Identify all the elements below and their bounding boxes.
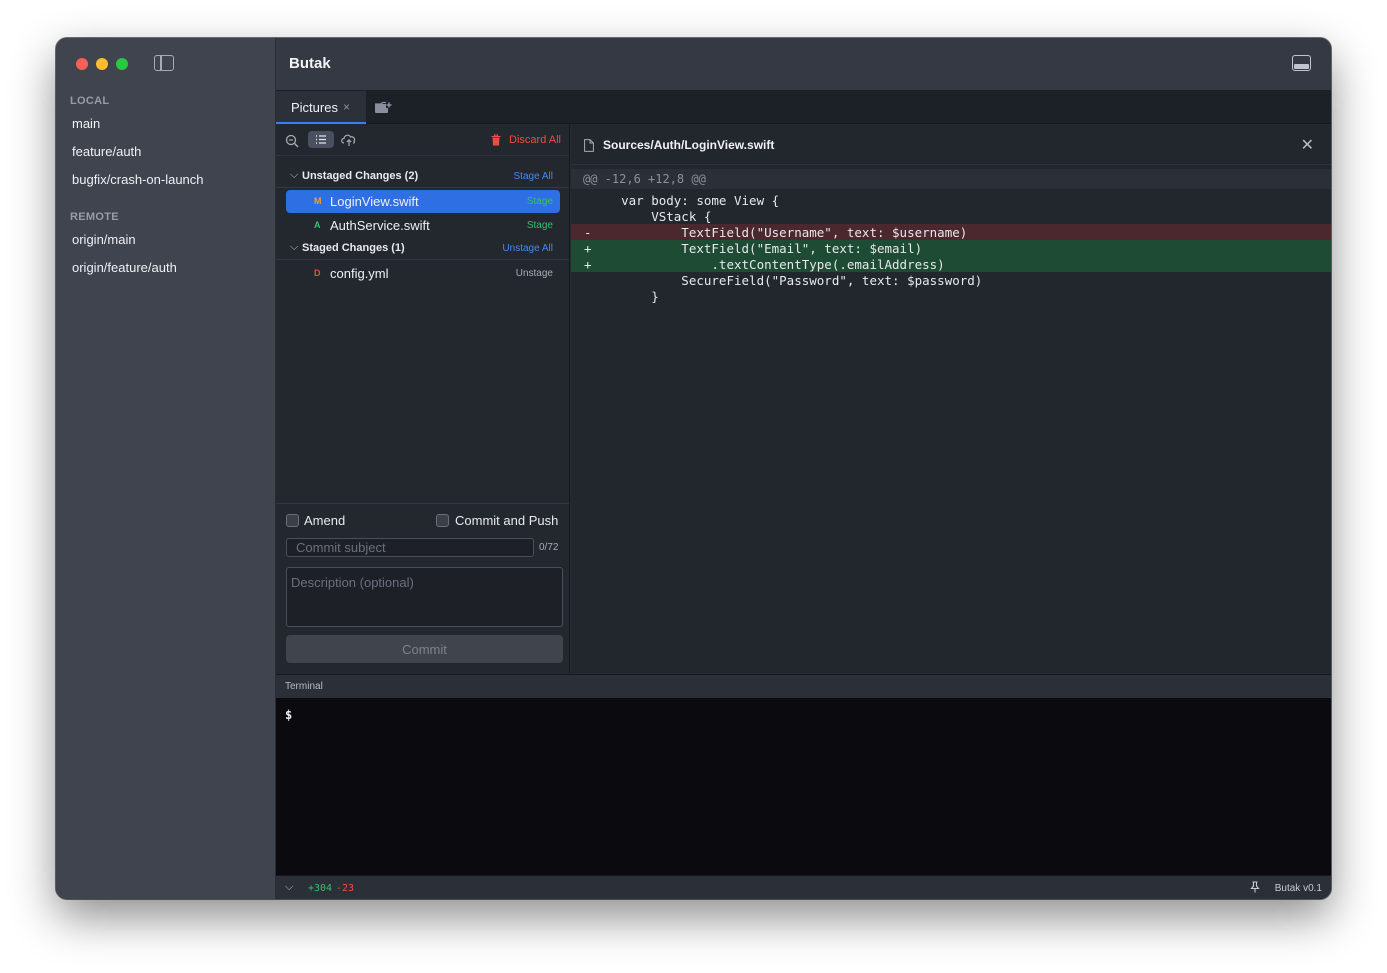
- main-area: Butak Pictures × Discard All ⌵ Unstaged …: [276, 38, 1331, 899]
- stage-file-button[interactable]: Stage: [527, 196, 553, 207]
- additions-count: +304: [308, 883, 333, 894]
- remote-branch-origin-main[interactable]: origin/main: [72, 232, 136, 247]
- file-name: config.yml: [330, 266, 389, 281]
- repo-title: Butak: [289, 55, 331, 72]
- sidebar-toggle-icon[interactable]: [154, 55, 174, 71]
- hunk-header: @@ -12,6 +12,8 @@: [571, 169, 1331, 189]
- remote-section-title: REMOTE: [70, 211, 119, 223]
- commit-description-input[interactable]: [286, 567, 563, 627]
- line-code: SecureField("Password", text: $password): [591, 273, 983, 288]
- file-name: LoginView.swift: [330, 194, 419, 209]
- terminal-header: Terminal: [276, 674, 1331, 698]
- tab-bar: Pictures ×: [276, 91, 1331, 124]
- discard-all-button[interactable]: Discard All: [491, 134, 561, 146]
- line-code: VStack {: [591, 209, 712, 224]
- terminal-title: Terminal: [285, 681, 323, 692]
- file-row-config[interactable]: D config.yml Unstage: [286, 262, 560, 285]
- diff-line-removed: - TextField("Username", text: $username): [571, 224, 1331, 240]
- document-icon: [584, 139, 594, 152]
- diff-panel: Sources/Auth/LoginView.swift ✕ @@ -12,6 …: [571, 125, 1331, 673]
- deletions-count: -23: [336, 883, 355, 894]
- changes-panel: Discard All ⌵ Unstaged Changes (2) Stage…: [276, 125, 570, 673]
- diff-line-added: + TextField("Email", text: $email): [571, 240, 1331, 256]
- file-row-authservice[interactable]: A AuthService.swift Stage: [286, 214, 560, 237]
- changes-toolbar: Discard All: [276, 125, 569, 156]
- staged-group-header[interactable]: ⌵ Staged Changes (1) Unstage All: [276, 238, 569, 260]
- diff-line-added: + .textContentType(.emailAddress): [571, 256, 1331, 272]
- close-window-button[interactable]: [76, 58, 88, 70]
- tab-close-icon[interactable]: ×: [343, 100, 350, 114]
- chevron-down-icon: ⌵: [290, 169, 299, 181]
- diff-line: }: [571, 288, 1331, 304]
- branch-item-bugfix[interactable]: bugfix/crash-on-launch: [72, 172, 204, 187]
- list-view-button[interactable]: [308, 131, 334, 148]
- remote-branch-origin-feature-auth[interactable]: origin/feature/auth: [72, 260, 177, 275]
- commit-form: Amend Commit and Push 0/72 Commit: [276, 503, 569, 673]
- commit-and-push-checkbox[interactable]: [436, 514, 449, 527]
- line-code: TextField("Email", text: $email): [591, 241, 923, 256]
- local-section-title: LOCAL: [70, 95, 110, 107]
- sidebar: LOCAL main feature/auth bugfix/crash-on-…: [56, 38, 276, 899]
- minimize-window-button[interactable]: [96, 58, 108, 70]
- zoom-window-button[interactable]: [116, 58, 128, 70]
- amend-checkbox[interactable]: [286, 514, 299, 527]
- hunk-header-text: @@ -12,6 +12,8 @@: [583, 172, 706, 186]
- added-status-badge: A: [314, 220, 321, 230]
- app-window: LOCAL main feature/auth bugfix/crash-on-…: [56, 38, 1331, 899]
- diff-line: SecureField("Password", text: $password): [571, 272, 1331, 288]
- unstage-all-button[interactable]: Unstage All: [502, 243, 553, 254]
- chevron-down-icon[interactable]: ⌵: [285, 881, 293, 894]
- line-code: var body: some View {: [591, 193, 780, 208]
- commit-and-push-label: Commit and Push: [455, 513, 559, 528]
- discard-all-label: Discard All: [509, 134, 561, 146]
- diff-header: Sources/Auth/LoginView.swift ✕: [571, 125, 1331, 165]
- stage-all-button[interactable]: Stage All: [514, 171, 553, 182]
- push-button[interactable]: [338, 131, 360, 148]
- diff-line: var body: some View {: [571, 192, 1331, 208]
- app-version: Butak v0.1: [1274, 883, 1322, 894]
- unstage-file-button[interactable]: Unstage: [516, 268, 553, 279]
- modified-status-badge: M: [314, 196, 322, 206]
- commit-subject-input[interactable]: [286, 538, 534, 557]
- tab-label: Pictures: [291, 100, 338, 115]
- new-tab-icon[interactable]: [374, 101, 393, 114]
- stage-file-button[interactable]: Stage: [527, 220, 553, 231]
- pin-icon[interactable]: [1250, 881, 1260, 893]
- list-view-icon: [316, 135, 326, 144]
- chevron-down-icon: ⌵: [290, 241, 299, 253]
- terminal[interactable]: $: [276, 698, 1331, 875]
- close-icon[interactable]: ✕: [1301, 135, 1314, 155]
- panel-toggle-icon[interactable]: [1292, 55, 1311, 71]
- deleted-status-badge: D: [314, 268, 321, 278]
- amend-label: Amend: [304, 513, 346, 528]
- line-code: }: [591, 289, 659, 304]
- diff-file-path: Sources/Auth/LoginView.swift: [603, 138, 775, 152]
- diff-line: VStack {: [571, 208, 1331, 224]
- unstaged-group-title: Unstaged Changes (2): [302, 170, 419, 182]
- cloud-upload-icon: [341, 134, 356, 146]
- terminal-prompt: $: [285, 708, 293, 722]
- tab-pictures[interactable]: Pictures ×: [276, 91, 366, 124]
- file-name: AuthService.swift: [330, 218, 430, 233]
- status-bar: ⌵ +304 -23 Butak v0.1: [276, 875, 1331, 899]
- unstaged-group-header[interactable]: ⌵ Unstaged Changes (2) Stage All: [276, 166, 569, 188]
- title-bar: Butak: [276, 38, 1331, 91]
- line-code: .textContentType(.emailAddress): [591, 257, 945, 272]
- commit-button[interactable]: Commit: [286, 635, 563, 663]
- file-row-loginview[interactable]: M LoginView.swift Stage: [286, 190, 560, 213]
- char-counter: 0/72: [539, 542, 559, 553]
- staged-group-title: Staged Changes (1): [302, 242, 405, 254]
- line-code: TextField("Username", text: $username): [591, 225, 968, 240]
- trash-icon: [491, 134, 501, 146]
- zoom-out-icon[interactable]: [285, 134, 299, 148]
- branch-item-feature-auth[interactable]: feature/auth: [72, 144, 141, 159]
- branch-item-main[interactable]: main: [72, 116, 100, 131]
